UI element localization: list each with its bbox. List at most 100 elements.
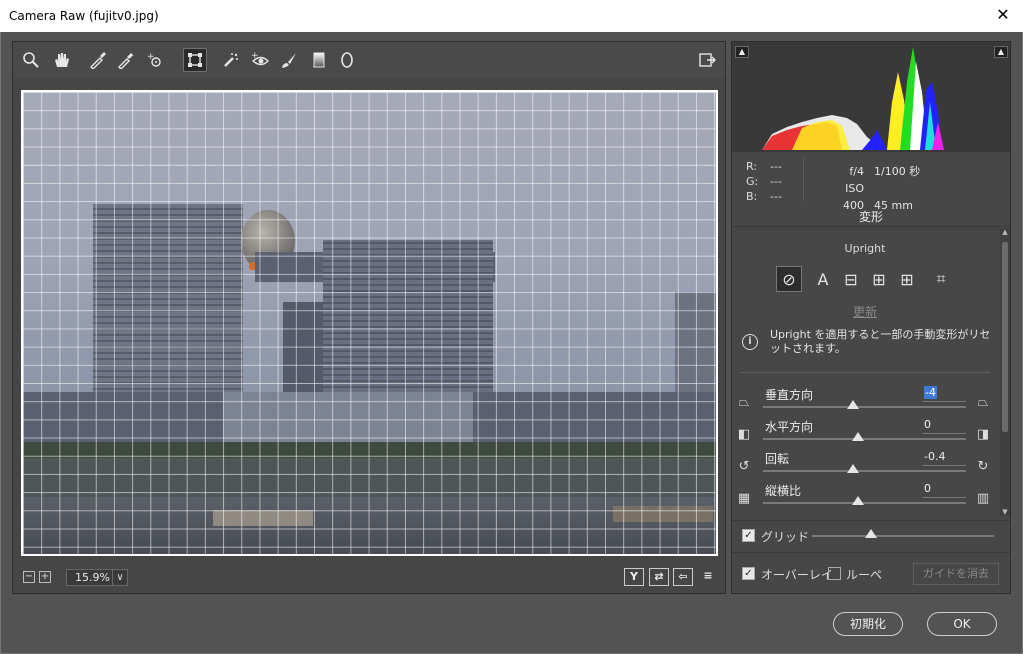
canvas-panel: + + + − + 15.9% ∨ Y ⇄ ⇦ ≡ [12,41,726,594]
slider-track[interactable] [763,470,966,472]
slider-thumb[interactable] [852,496,864,505]
update-link[interactable]: 更新 [732,303,998,320]
g-label: G: [746,175,759,188]
overlay-row: ✓ オーバーレイ ルーペ ガイドを消去 [732,552,1010,594]
slider-horizontal: ◧ 水平方向 0 ◨ [732,418,998,450]
scroll-up-icon[interactable]: ▲ [1001,228,1009,236]
upright-label: Upright [844,242,886,255]
zoom-in-button[interactable]: + [39,571,51,583]
svg-text:+: + [128,52,134,60]
slider-value: -4 [924,386,937,399]
zoom-out-button[interactable]: − [23,571,35,583]
vertical-perspective-icon: ⏢ [738,395,750,410]
open-preferences-icon[interactable] [695,48,719,72]
slider-thumb[interactable] [852,432,864,441]
rgb-readout: R: --- G: --- B: --- [746,159,794,204]
slider-value-input[interactable]: -4 [922,386,966,402]
title-bar: Camera Raw (fujitv0.jpg) ✕ [0,0,1023,32]
horizontal-perspective-icon: ◧ [737,427,751,442]
divider [803,157,804,201]
adjustment-brush-icon[interactable] [277,48,301,72]
loupe-label: ルーペ [846,568,883,582]
grid-checkbox[interactable]: ✓ [742,529,755,542]
scroll-thumb[interactable] [1002,242,1008,432]
rotate-left-icon: ↺ [738,459,750,474]
slider-track[interactable] [763,406,966,408]
r-label: R: [746,160,758,173]
upright-level-button[interactable]: ⊟ [838,266,864,292]
slider-track[interactable] [763,502,966,504]
grid-size-track[interactable] [812,535,994,537]
overlay-checkbox[interactable]: ✓ [742,567,755,580]
grid-overlay [23,92,716,554]
horizontal-perspective-right-icon: ◨ [976,427,990,442]
slider-label: 垂直方向 [765,388,814,402]
upright-off-button[interactable]: ⊘ [776,266,802,292]
highlight-clipping-icon[interactable]: ▲ [994,46,1008,58]
rotate-right-icon: ↻ [977,459,989,474]
graduated-filter-icon[interactable] [307,48,331,72]
histogram: ▲ ▲ [732,42,1010,152]
slider-thumb[interactable] [847,400,859,409]
full-icon: ⊞ [900,269,914,289]
red-eye-icon[interactable]: + [248,48,272,72]
upright-full-button[interactable]: ⊞ [894,266,920,292]
ok-button[interactable]: OK [927,612,997,636]
panel-title: 変形 [732,207,1010,227]
grid-size-thumb[interactable] [865,529,877,538]
slider-value-input[interactable]: -0.4 [922,450,966,466]
spot-removal-icon[interactable] [219,48,243,72]
transform-tool-icon[interactable] [183,48,207,72]
hand-tool-icon[interactable] [49,48,73,72]
zoom-tool-icon[interactable] [19,48,43,72]
window-title: Camera Raw (fujitv0.jpg) [9,9,159,23]
aspect-vertical-icon: ▥ [976,491,990,506]
slider-track[interactable] [763,438,966,440]
radial-filter-icon[interactable] [335,48,359,72]
clear-guides-button[interactable]: ガイドを消去 [913,563,999,585]
grid-label: グリッド [761,530,810,544]
vertical-perspective-right-icon: ⏢ [977,395,989,410]
overlay-label: オーバーレイ [761,568,833,582]
photo-preview[interactable] [23,92,716,554]
transform-panel: Upright ⊘ A ⊟ ⊞ ⊞ ⌗ 更新 i Upright を適用すると一… [732,228,998,518]
image-preview-frame [21,90,718,556]
targeted-adjustment-icon[interactable]: + [143,48,167,72]
slider-value: -0.4 [924,450,946,463]
r-value: --- [770,160,782,173]
panel-scrollbar[interactable]: ▲ ▼ [1000,228,1010,516]
preview-preferences-icon[interactable]: ≡ [698,568,718,586]
color-sampler-icon[interactable]: + [114,48,138,72]
zoom-level-value: 15.9% [75,571,110,584]
chevron-down-icon[interactable]: ∨ [112,570,127,585]
slider-rotate: ↺ 回転 -0.4 ↻ [732,450,998,482]
close-icon[interactable]: ✕ [983,0,1023,30]
loupe-checkbox[interactable] [828,567,841,580]
swap-settings-icon[interactable]: ⇄ [649,568,669,586]
before-after-icon[interactable]: Y [624,568,644,586]
copy-settings-icon[interactable]: ⇦ [673,568,693,586]
aspect-horizontal-icon: ▦ [737,491,751,506]
upright-auto-button[interactable]: A [810,266,836,292]
slider-label: 回転 [765,452,790,466]
upright-guided-button[interactable]: ⌗ [928,266,954,292]
slider-vertical: ⏢ 垂直方向 -4 ⏢ [732,386,998,418]
scroll-down-icon[interactable]: ▼ [1001,508,1009,516]
off-icon: ⊘ [782,269,796,289]
slider-value: 0 [924,418,931,431]
slider-value-input[interactable]: 0 [922,418,966,434]
guided-icon: ⌗ [936,269,946,288]
g-value: --- [770,175,782,188]
vertical-icon: ⊞ [872,269,886,289]
divider [740,372,990,373]
info-text: Upright を適用すると一部の手動変形がリセットされます。 [770,328,991,355]
b-label: B: [746,190,758,203]
readout: R: --- G: --- B: --- f/4 1/100 秒 ISO 400 45 m… [732,153,1010,212]
white-balance-icon[interactable] [86,48,110,72]
upright-vertical-button[interactable]: ⊞ [866,266,892,292]
shadow-clipping-icon[interactable]: ▲ [735,46,749,58]
slider-value: 0 [924,482,931,495]
reset-button[interactable]: 初期化 [833,612,903,636]
slider-thumb[interactable] [847,464,859,473]
slider-value-input[interactable]: 0 [922,482,966,498]
